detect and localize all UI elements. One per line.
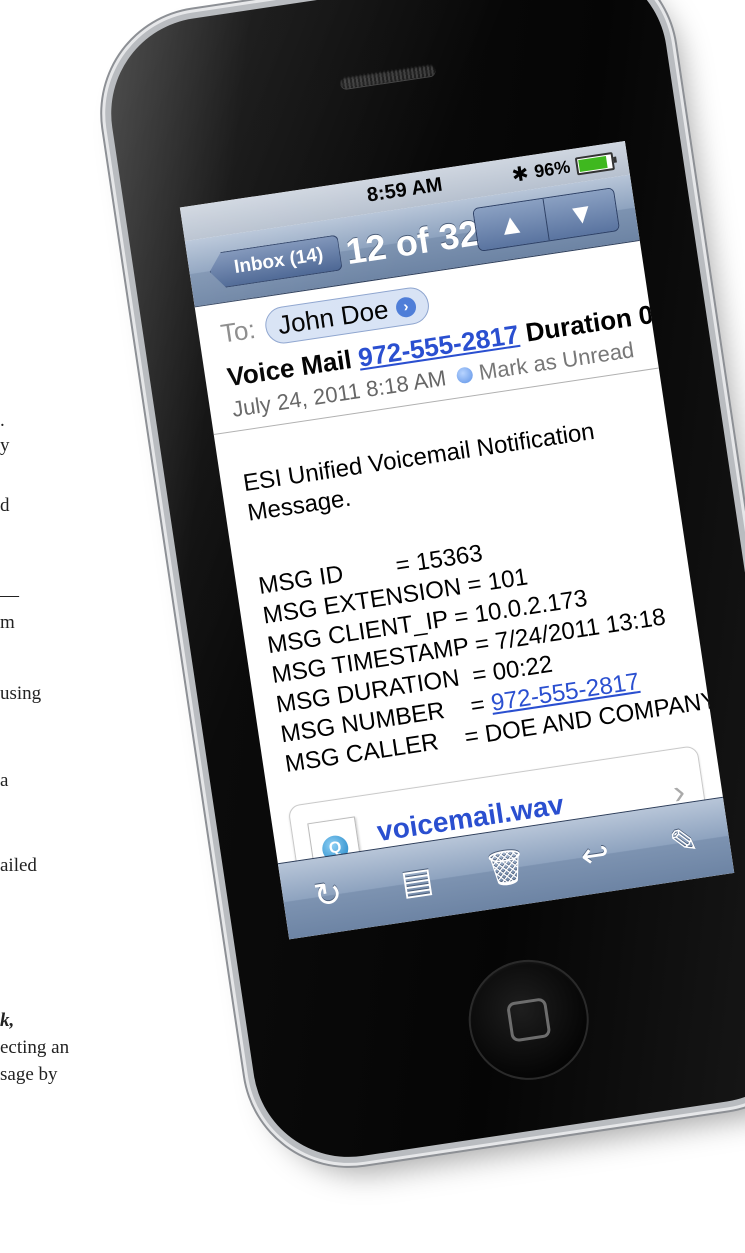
next-message-button[interactable]: ▼ bbox=[542, 188, 619, 241]
reply-icon[interactable]: ↩ bbox=[563, 831, 628, 879]
doc-fragment: k, bbox=[0, 1010, 15, 1031]
doc-fragment: ailed bbox=[0, 855, 37, 876]
compose-icon[interactable]: ✎ bbox=[652, 818, 717, 866]
doc-fragment: sage by bbox=[0, 1064, 58, 1085]
previous-message-button[interactable]: ▲ bbox=[473, 198, 549, 251]
chevron-right-icon: › bbox=[394, 295, 418, 319]
body-intro: ESI Unified Voicemail Notification Messa… bbox=[241, 417, 597, 527]
trash-icon[interactable]: 🗑 bbox=[473, 844, 538, 892]
doc-fragment: a bbox=[0, 770, 9, 791]
battery-percent: 96% bbox=[532, 156, 572, 182]
earpiece-speaker bbox=[339, 63, 437, 90]
message-body: ESI Unified Voicemail Notification Messa… bbox=[214, 369, 719, 794]
mail-screen: 8:59 AM ✱ 96% Inbox (14) 12 of 32 ▲ ▼ To… bbox=[179, 141, 735, 940]
refresh-icon[interactable]: ↻ bbox=[295, 871, 360, 919]
move-to-folder-icon[interactable]: ▤ bbox=[384, 858, 449, 906]
home-button[interactable] bbox=[460, 951, 597, 1089]
doc-fragment: using bbox=[0, 683, 42, 704]
recipient-name: John Doe bbox=[275, 294, 391, 341]
bluetooth-icon: ✱ bbox=[510, 162, 531, 187]
doc-fragment: ecting an bbox=[0, 1037, 70, 1058]
doc-fragment: . bbox=[0, 410, 5, 431]
battery-icon bbox=[574, 151, 615, 175]
unread-dot-icon bbox=[456, 366, 475, 385]
to-label: To: bbox=[218, 313, 258, 349]
battery-fill bbox=[578, 155, 608, 172]
doc-fragment: y bbox=[0, 435, 10, 456]
home-square-icon bbox=[505, 997, 552, 1043]
doc-fragment: d bbox=[0, 495, 10, 516]
iphone-device: 8:59 AM ✱ 96% Inbox (14) 12 of 32 ▲ ▼ To… bbox=[98, 0, 745, 1171]
doc-fragment: — bbox=[0, 585, 19, 606]
doc-fragment: m bbox=[0, 612, 15, 633]
